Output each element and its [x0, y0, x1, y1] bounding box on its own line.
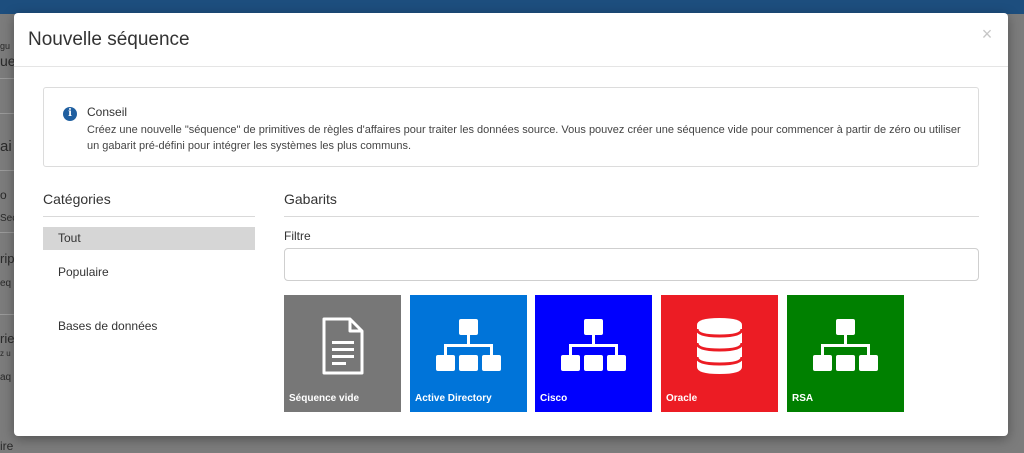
template-tile-cisco[interactable]: Cisco: [535, 295, 652, 412]
template-tile-label: Active Directory: [415, 393, 492, 404]
category-item-popular[interactable]: Populaire: [43, 261, 255, 284]
background-divider: [0, 113, 14, 114]
category-item-all[interactable]: Tout: [43, 227, 255, 250]
template-tile-rsa[interactable]: RSA: [787, 295, 904, 412]
template-tile-empty-sequence[interactable]: Séquence vide: [284, 295, 401, 412]
category-item-databases[interactable]: Bases de données: [43, 315, 255, 338]
background-text: Sec: [0, 213, 14, 224]
template-tile-active-directory[interactable]: Active Directory: [410, 295, 527, 412]
app-top-bar: [0, 0, 1024, 14]
background-text: eq: [0, 278, 12, 289]
background-text: z u: [0, 349, 11, 358]
tip-title: Conseil: [87, 105, 128, 119]
hierarchy-icon: [561, 319, 626, 371]
templates-heading: Gabarits: [284, 191, 337, 207]
categories-heading: Catégories: [43, 191, 111, 207]
filter-input[interactable]: [284, 248, 979, 281]
template-tile-label: Séquence vide: [289, 393, 360, 404]
dialog-header: Nouvelle séquence ×: [14, 13, 1008, 67]
hierarchy-icon: [436, 319, 501, 371]
background-text: rie: [0, 331, 14, 346]
template-tile-label: Oracle: [666, 393, 698, 404]
background-text: ue: [0, 53, 14, 69]
background-divider: [0, 314, 14, 315]
background-text: ire: [0, 439, 14, 453]
background-text: ai: [0, 138, 12, 155]
filter-label: Filtre: [284, 229, 311, 243]
close-icon[interactable]: ×: [978, 25, 996, 43]
dialog-title: Nouvelle séquence: [28, 29, 190, 50]
new-sequence-dialog: Nouvelle séquence × i Conseil Créez une …: [14, 13, 1008, 436]
tip-text: Créez une nouvelle "séquence" de primiti…: [87, 124, 961, 152]
background-divider: [0, 232, 14, 233]
categories-divider: [43, 216, 255, 217]
background-text: aq: [0, 372, 12, 383]
tip-box: i Conseil Créez une nouvelle "séquence" …: [43, 87, 979, 167]
templates-divider: [284, 216, 979, 217]
background-text: gu: [0, 41, 11, 51]
info-icon: i: [63, 107, 77, 121]
background-divider: [0, 78, 14, 79]
document-icon: [322, 317, 364, 375]
template-tile-oracle[interactable]: Oracle: [661, 295, 778, 412]
background-divider: [0, 170, 14, 171]
hierarchy-icon: [813, 319, 878, 371]
background-text: rip: [0, 251, 14, 266]
template-tile-label: RSA: [792, 393, 814, 404]
database-icon: [695, 318, 744, 374]
background-text: o: [0, 188, 7, 202]
template-tile-label: Cisco: [540, 393, 568, 404]
